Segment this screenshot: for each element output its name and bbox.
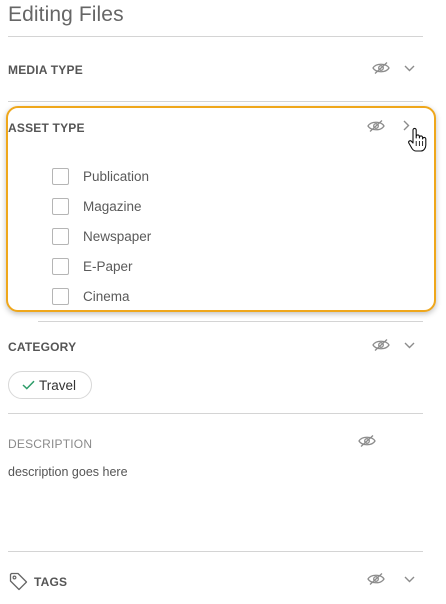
chip-label: Travel	[39, 377, 77, 393]
eye-slash-icon[interactable]	[366, 571, 386, 587]
title-divider	[8, 36, 423, 37]
checkbox[interactable]	[52, 197, 69, 215]
description-divider	[8, 551, 423, 552]
chevron-down-icon[interactable]	[402, 62, 416, 74]
description-text[interactable]: description goes here	[8, 465, 128, 479]
asset-type-option[interactable]: E-Paper	[52, 257, 133, 275]
hand-pointer-icon	[406, 126, 428, 154]
asset-type-option[interactable]: Publication	[52, 167, 149, 185]
check-icon	[21, 379, 35, 391]
chevron-down-icon[interactable]	[402, 573, 416, 585]
option-label: Newspaper	[83, 228, 152, 244]
option-label: Cinema	[83, 288, 130, 304]
category-divider	[8, 413, 423, 414]
asset-type-option[interactable]: Newspaper	[52, 227, 151, 245]
category-label: CATEGORY	[8, 340, 77, 354]
tag-icon	[8, 571, 28, 591]
checkbox[interactable]	[52, 167, 69, 185]
checkbox[interactable]	[52, 227, 69, 245]
description-label: DESCRIPTION	[8, 437, 93, 451]
eye-slash-icon[interactable]	[371, 60, 391, 76]
media-type-divider	[8, 101, 423, 102]
option-label: E-Paper	[83, 258, 133, 274]
checkbox[interactable]	[52, 257, 69, 275]
asset-type-option[interactable]: Cinema	[52, 287, 130, 305]
asset-type-divider	[38, 321, 423, 322]
category-chip[interactable]: Travel	[8, 371, 92, 399]
media-type-label: MEDIA TYPE	[8, 63, 83, 77]
eye-slash-icon[interactable]	[357, 433, 377, 449]
eye-slash-icon[interactable]	[371, 337, 391, 353]
page-title: Editing Files	[8, 3, 124, 26]
chevron-down-icon[interactable]	[402, 339, 416, 351]
tags-label: TAGS	[34, 575, 68, 589]
asset-type-label: ASSET TYPE	[8, 121, 85, 135]
option-label: Magazine	[83, 198, 142, 214]
checkbox[interactable]	[52, 287, 69, 305]
asset-type-option[interactable]: Magazine	[52, 197, 142, 215]
eye-slash-icon[interactable]	[366, 118, 386, 134]
option-label: Publication	[83, 168, 150, 184]
